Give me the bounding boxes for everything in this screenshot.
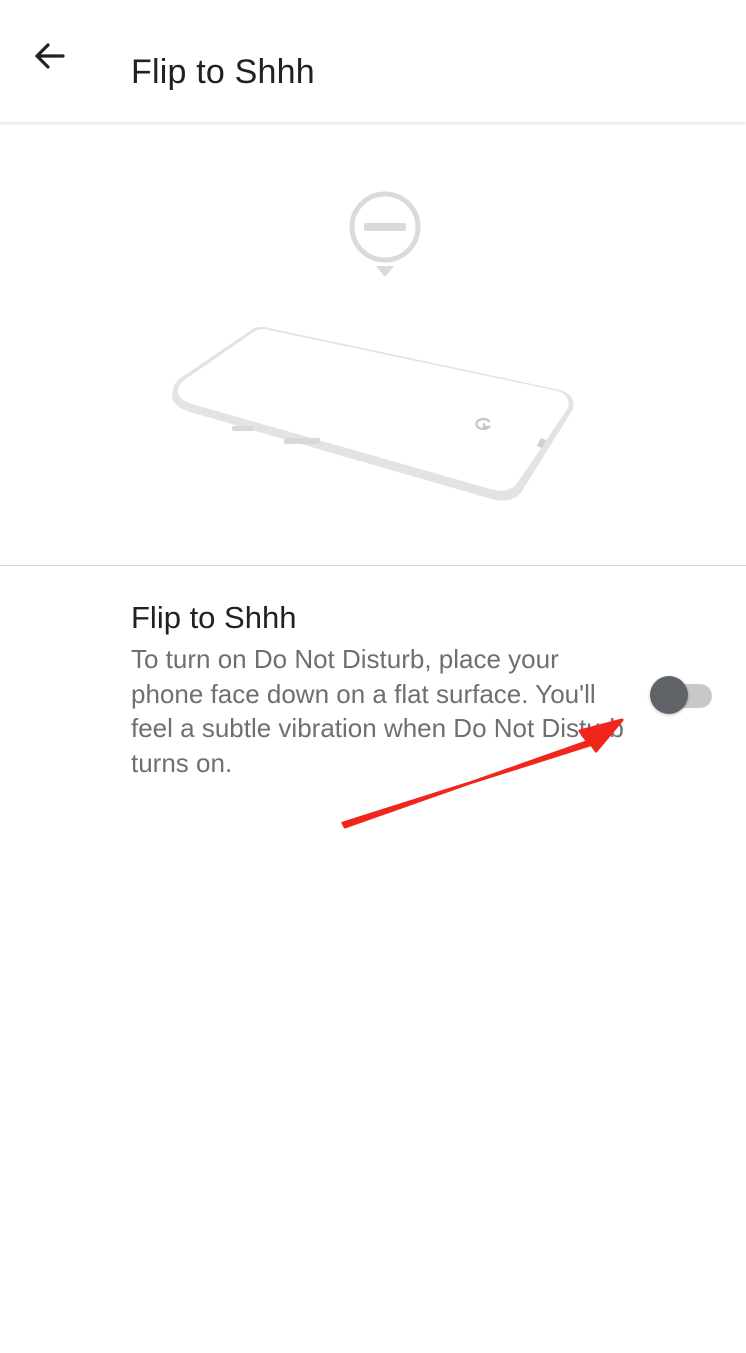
back-button[interactable] <box>22 28 78 84</box>
page-title: Flip to Shhh <box>131 53 315 91</box>
app-bar: Flip to Shhh <box>0 0 746 122</box>
hero-svg <box>171 191 574 501</box>
do-not-disturb-icon <box>349 191 421 277</box>
arrow-back-icon <box>35 43 65 69</box>
toggle-thumb <box>650 676 688 714</box>
flip-to-shhh-toggle[interactable] <box>650 672 714 714</box>
flip-to-shhh-setting-row[interactable]: Flip to Shhh To turn on Do Not Disturb, … <box>0 566 746 796</box>
phone-face-down-illustration <box>171 326 574 501</box>
hero-illustration <box>0 124 746 565</box>
setting-description: To turn on Do Not Disturb, place your ph… <box>131 644 624 778</box>
setting-title: Flip to Shhh <box>131 600 297 635</box>
